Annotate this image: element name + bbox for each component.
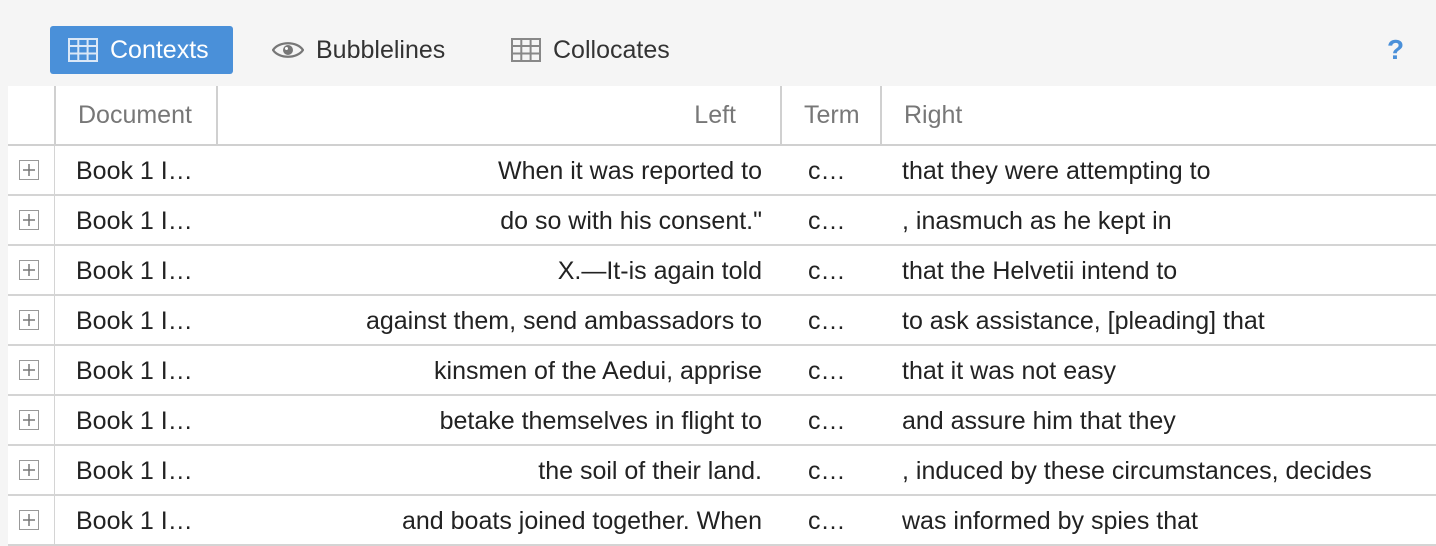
cell-right: , inasmuch as he kept in — [902, 207, 1172, 235]
table-icon — [68, 38, 98, 62]
cell-right: that they were attempting to — [902, 157, 1211, 185]
table-icon — [511, 38, 541, 62]
expand-row-icon[interactable] — [19, 310, 39, 330]
expand-row-icon[interactable] — [19, 460, 39, 480]
cell-document: Book 1 I… — [76, 157, 193, 185]
help-icon[interactable]: ? — [1387, 34, 1404, 66]
cell-right: was informed by spies that — [902, 507, 1198, 535]
cell-left: against them, send ambassadors to — [365, 307, 762, 335]
cell-term: c… — [808, 257, 846, 285]
table-row[interactable]: Book 1 I… kinsmen of the Aedui, apprise c…… — [8, 346, 1436, 396]
table-row[interactable]: Book 1 I… the soil of their land. c… , indu… — [8, 446, 1436, 496]
cell-term: c… — [808, 157, 846, 185]
column-header-left[interactable]: Left — [216, 86, 782, 144]
expand-row-icon[interactable] — [19, 510, 39, 530]
cell-right: that the Helvetii intend to — [902, 257, 1178, 285]
cell-document: Book 1 I… — [76, 507, 193, 535]
cell-right: that it was not easy — [902, 357, 1117, 385]
contexts-grid: Document Left Term Right Book 1 I… When i… — [8, 86, 1436, 546]
table-row[interactable]: Book 1 I… X.—It-is again told c… that the H… — [8, 246, 1436, 296]
cell-left: X.—It-is again told — [557, 257, 762, 285]
cell-left: the soil of their land. — [538, 457, 762, 485]
cell-document: Book 1 I… — [76, 457, 193, 485]
expand-row-icon[interactable] — [19, 410, 39, 430]
cell-left: do so with his consent." — [500, 207, 762, 235]
expand-row-icon[interactable] — [19, 160, 39, 180]
tab-bubblelines-label: Bubblelines — [316, 35, 446, 64]
column-header-right[interactable]: Right — [880, 86, 1436, 144]
tab-contexts-label: Contexts — [110, 35, 209, 64]
tab-contexts[interactable]: Contexts — [50, 26, 233, 74]
cell-term: c… — [808, 357, 846, 385]
cell-document: Book 1 I… — [76, 307, 193, 335]
tab-bubblelines[interactable]: Bubblelines — [272, 26, 445, 74]
cell-term: c… — [808, 207, 846, 235]
cell-left: When it was reported to — [497, 157, 762, 185]
cell-right: and assure him that they — [902, 407, 1176, 435]
column-header-term[interactable]: Term — [780, 86, 882, 144]
table-row[interactable]: Book 1 I… do so with his consent." c… , ina… — [8, 196, 1436, 246]
toolbar: Contexts Bubblelines Collocates ? — [0, 0, 1436, 86]
cell-term: c… — [808, 457, 846, 485]
grid-header: Document Left Term Right — [8, 86, 1436, 146]
cell-term: c… — [808, 507, 846, 535]
table-row[interactable]: Book 1 I… betake themselves in flight to c… — [8, 396, 1436, 446]
cell-left: kinsmen of the Aedui, apprise — [434, 357, 762, 385]
expand-row-icon[interactable] — [19, 360, 39, 380]
table-row[interactable]: Book 1 I… and boats joined together. When… — [8, 496, 1436, 546]
cell-term: c… — [808, 307, 846, 335]
column-header-document[interactable]: Document — [54, 86, 218, 144]
tab-collocates[interactable]: Collocates — [511, 26, 670, 74]
cell-document: Book 1 I… — [76, 257, 193, 285]
cell-right: , induced by these circumstances, decide… — [902, 457, 1372, 485]
cell-document: Book 1 I… — [76, 207, 193, 235]
cell-right: to ask assistance, [pleading] that — [902, 307, 1265, 335]
cell-document: Book 1 I… — [76, 357, 193, 385]
cell-left: and boats joined together. When — [402, 507, 762, 535]
cell-term: c… — [808, 407, 846, 435]
expand-row-icon[interactable] — [19, 260, 39, 280]
expand-row-icon[interactable] — [19, 210, 39, 230]
tab-collocates-label: Collocates — [553, 35, 670, 64]
cell-document: Book 1 I… — [76, 407, 193, 435]
table-row[interactable]: Book 1 I… When it was reported to c… that t… — [8, 146, 1436, 196]
eye-icon — [272, 39, 304, 61]
cell-left: betake themselves in flight to — [439, 407, 762, 435]
table-row[interactable]: Book 1 I… against them, send ambassadors … — [8, 296, 1436, 346]
